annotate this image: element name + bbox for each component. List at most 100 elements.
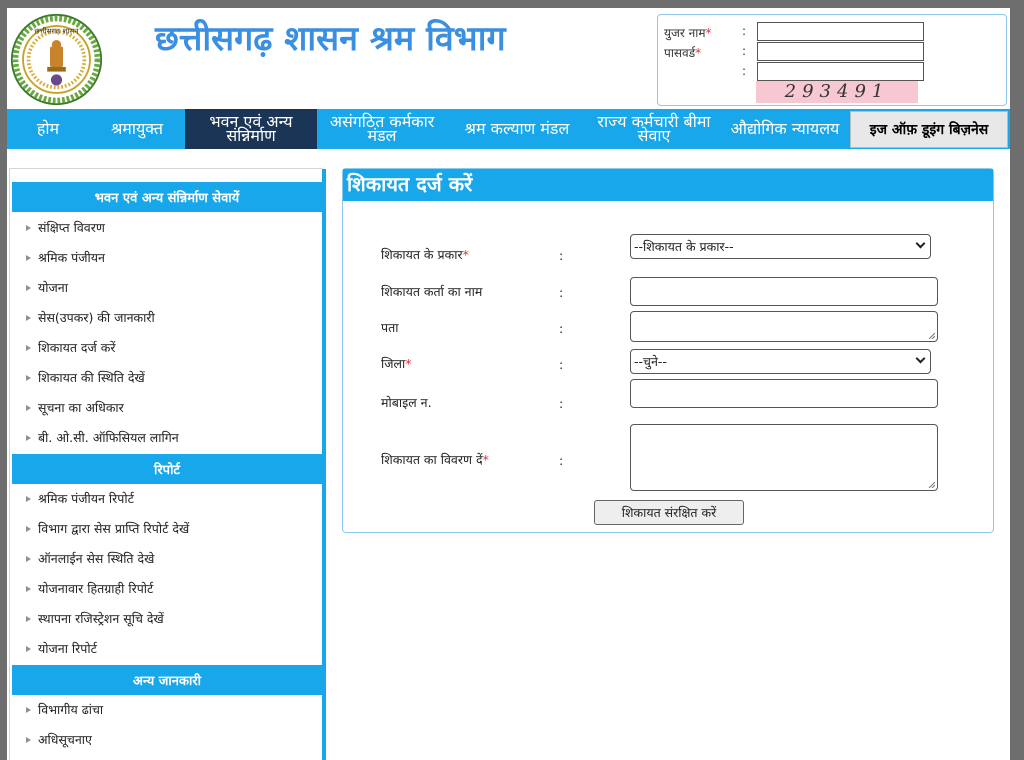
colon: : bbox=[559, 285, 564, 300]
password-input[interactable] bbox=[757, 42, 924, 61]
arrow-right-icon bbox=[26, 495, 31, 502]
arrow-right-icon bbox=[26, 736, 31, 743]
sidebar-item-cess-receipt-report[interactable]: विभाग द्वारा सेस प्राप्ति रिपोर्ट देखें bbox=[26, 520, 189, 537]
required-mark: * bbox=[405, 356, 412, 371]
required-mark: * bbox=[462, 247, 469, 262]
arrow-right-icon bbox=[26, 314, 31, 321]
nav-labour-commissioner[interactable]: श्रमायुक्त bbox=[89, 109, 185, 149]
arrow-right-icon bbox=[26, 374, 31, 381]
sidebar-item-scheme-report[interactable]: योजना रिपोर्ट bbox=[26, 640, 97, 657]
sidebar-item-schemes[interactable]: योजना bbox=[26, 279, 68, 296]
nav-home[interactable]: होम bbox=[7, 109, 89, 149]
arrow-right-icon bbox=[26, 224, 31, 231]
sidebar-item-establishment-registration-list[interactable]: स्थापना रजिस्ट्रेशन सूचि देखें bbox=[26, 610, 164, 627]
arrow-right-icon bbox=[26, 615, 31, 622]
complaint-details-textarea[interactable] bbox=[630, 424, 938, 491]
sidebar-item-label: श्रमिक पंजीयन रिपोर्ट bbox=[38, 491, 134, 506]
label-text: शिकायत के प्रकार bbox=[381, 247, 463, 262]
sidebar-item-label: विभाग द्वारा सेस प्राप्ति रिपोर्ट देखें bbox=[38, 521, 190, 536]
label-text: जिला bbox=[381, 356, 406, 371]
colon: : bbox=[742, 64, 747, 78]
colon: : bbox=[559, 357, 564, 372]
arrow-right-icon bbox=[26, 645, 31, 652]
sidebar-item-worker-registration[interactable]: श्रमिक पंजीयन bbox=[26, 249, 105, 266]
emblem-text: छत्तीसगढ़ शासन bbox=[34, 26, 79, 35]
sidebar-item-online-cess-status[interactable]: ऑनलाईन सेस स्थिति देखे bbox=[26, 550, 154, 567]
arrow-right-icon bbox=[26, 706, 31, 713]
sidebar-item-complaint-status[interactable]: शिकायत की स्थिति देखें bbox=[26, 369, 145, 386]
sidebar-item-label: योजना रिपोर्ट bbox=[38, 641, 97, 656]
sidebar-item-label: विभागीय ढांचा bbox=[38, 702, 104, 717]
sidebar-item-label: शिकायत की स्थिति देखें bbox=[38, 370, 145, 385]
sidebar-section-other-info-title: अन्य जानकारी bbox=[12, 665, 322, 695]
colon: : bbox=[559, 453, 564, 468]
username-label: युजर नाम bbox=[664, 26, 706, 40]
header: छत्तीसगढ़ शासन छत्तीसगढ़ शासन श्रम विभाग… bbox=[7, 8, 1010, 109]
sidebar-item-notifications[interactable]: अधिसूचनाए bbox=[26, 731, 92, 748]
arrow-right-icon bbox=[26, 555, 31, 562]
sidebar-item-label: बी. ओ.सी. ऑफिसियल लागिन bbox=[38, 430, 179, 445]
complaint-type-selected-value: --शिकायत के प्रकार-- bbox=[634, 239, 734, 254]
complaint-details-label: शिकायत का विवरण दें* bbox=[381, 451, 489, 468]
complaint-type-select[interactable]: --शिकायत के प्रकार-- bbox=[630, 234, 931, 259]
sidebar-item-summary[interactable]: संक्षिप्त विवरण bbox=[26, 219, 105, 236]
sidebar-item-department-structure[interactable]: विभागीय ढांचा bbox=[26, 701, 103, 718]
nav-building-construction[interactable]: भवन एवं अन्य संन्निर्माण bbox=[185, 109, 317, 149]
complainant-name-input[interactable] bbox=[630, 277, 938, 306]
sidebar-item-label: शिकायत दर्ज करें bbox=[38, 340, 116, 355]
sidebar-item-cess-info[interactable]: सेस(उपकर) की जानकारी bbox=[26, 309, 155, 326]
sidebar-item-worker-registration-report[interactable]: श्रमिक पंजीयन रिपोर्ट bbox=[26, 490, 134, 507]
sidebar-item-label: योजनावार हितग्राही रिपोर्ट bbox=[38, 581, 154, 596]
sidebar-item-boc-official-login[interactable]: बी. ओ.सी. ऑफिसियल लागिन bbox=[26, 429, 179, 446]
page: छत्तीसगढ़ शासन छत्तीसगढ़ शासन श्रम विभाग… bbox=[7, 8, 1010, 760]
sidebar-item-rti[interactable]: सूचना का अधिकार bbox=[26, 399, 124, 416]
sidebar-section-services-title: भवन एवं अन्य संन्निर्माण सेवायें bbox=[12, 182, 322, 212]
colon: : bbox=[742, 24, 747, 38]
arrow-right-icon bbox=[26, 404, 31, 411]
sidebar-item-label: अधिसूचनाए bbox=[38, 732, 92, 747]
required-mark: * bbox=[695, 46, 702, 60]
username-input[interactable] bbox=[757, 22, 924, 41]
sidebar-item-label: योजना bbox=[38, 280, 68, 295]
district-label: जिला* bbox=[381, 355, 411, 372]
arrow-right-icon bbox=[26, 585, 31, 592]
nav-labour-welfare-board[interactable]: श्रम कल्याण मंडल bbox=[447, 109, 587, 149]
district-select[interactable]: --चुने-- bbox=[630, 349, 931, 374]
nav-industrial-court[interactable]: औद्योगिक न्यायलय bbox=[721, 109, 849, 149]
arrow-right-icon bbox=[26, 344, 31, 351]
colon: : bbox=[559, 248, 564, 263]
address-textarea[interactable] bbox=[630, 311, 938, 342]
sidebar-edge bbox=[322, 169, 326, 760]
mobile-input[interactable] bbox=[630, 379, 938, 408]
sidebar-section-reports-title: रिपोर्ट bbox=[12, 454, 322, 484]
arrow-right-icon bbox=[26, 284, 31, 291]
sidebar-item-label: ऑनलाईन सेस स्थिति देखे bbox=[38, 551, 155, 566]
resize-grip-icon[interactable] bbox=[928, 332, 935, 339]
sidebar-item-scheme-beneficiary-report[interactable]: योजनावार हितग्राही रिपोर्ट bbox=[26, 580, 153, 597]
sidebar: भवन एवं अन्य संन्निर्माण सेवायें संक्षिप… bbox=[9, 168, 326, 760]
sidebar-item-label: श्रमिक पंजीयन bbox=[38, 250, 105, 265]
arrow-right-icon bbox=[26, 434, 31, 441]
label-text: शिकायत का विवरण दें bbox=[381, 452, 483, 467]
login-box: युजर नाम* : पासवर्ड* : : 293491 bbox=[657, 14, 1007, 106]
complainant-name-label: शिकायत कर्ता का नाम bbox=[381, 284, 483, 299]
colon: : bbox=[559, 321, 564, 336]
colon: : bbox=[742, 44, 747, 58]
sidebar-item-label: स्थापना रजिस्ट्रेशन सूचि देखें bbox=[38, 611, 164, 626]
form-title: शिकायत दर्ज करें bbox=[343, 169, 993, 201]
site-title: छत्तीसगढ़ शासन श्रम विभाग bbox=[155, 19, 506, 59]
nav-divider bbox=[7, 149, 1010, 161]
mobile-label: मोबाइल न. bbox=[381, 395, 432, 410]
arrow-right-icon bbox=[26, 254, 31, 261]
save-complaint-button[interactable]: शिकायत संरक्षित करें bbox=[594, 500, 744, 525]
state-emblem-logo: छत्तीसगढ़ शासन bbox=[10, 13, 103, 106]
main-nav: होम श्रमायुक्त भवन एवं अन्य संन्निर्माण … bbox=[7, 109, 1010, 149]
sidebar-item-label: संक्षिप्त विवरण bbox=[38, 220, 105, 235]
nav-unorganized-workers-board[interactable]: असंगठित कर्मकार मंडल bbox=[317, 109, 447, 149]
nav-esi-services[interactable]: राज्य कर्मचारी बीमा सेवाए bbox=[587, 109, 721, 149]
nav-ease-of-doing-business[interactable]: इज ऑफ़ डूइंग बिज़नेस bbox=[850, 111, 1008, 148]
captcha-input[interactable] bbox=[757, 62, 924, 81]
colon: : bbox=[559, 396, 564, 411]
resize-grip-icon[interactable] bbox=[928, 481, 935, 488]
sidebar-item-register-complaint[interactable]: शिकायत दर्ज करें bbox=[26, 339, 116, 356]
